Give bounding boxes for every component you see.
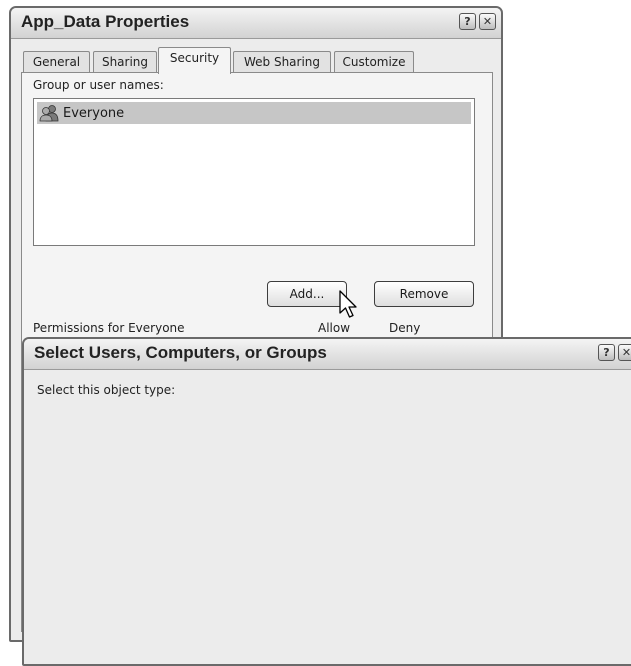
select-users-dialog: Select Users, Computers, or Groups ? ✕ S…	[22, 337, 631, 666]
dialog-help-button[interactable]: ?	[598, 344, 615, 361]
remove-button[interactable]: Remove	[374, 281, 474, 307]
list-item-label: Everyone	[63, 105, 125, 121]
list-item-everyone[interactable]: Everyone	[37, 102, 471, 124]
tab-sharing[interactable]: Sharing	[93, 51, 157, 73]
users-group-icon	[39, 105, 59, 122]
tab-customize[interactable]: Customize	[334, 51, 414, 73]
deny-column-header: Deny	[389, 321, 421, 335]
select-users-titlebar[interactable]: Select Users, Computers, or Groups ? ✕	[24, 339, 631, 370]
allow-column-header: Allow	[318, 321, 351, 335]
tab-security[interactable]: Security	[158, 47, 231, 74]
group-or-user-names-label: Group or user names:	[33, 78, 164, 92]
user-list[interactable]: Everyone	[33, 98, 475, 246]
select-users-title: Select Users, Computers, or Groups	[34, 343, 327, 362]
add-button[interactable]: Add...	[267, 281, 347, 307]
object-type-label: Select this object type:	[37, 383, 176, 397]
permissions-label: Permissions for Everyone	[33, 321, 185, 335]
tab-web-sharing[interactable]: Web Sharing	[233, 51, 331, 73]
help-button[interactable]: ?	[459, 13, 476, 30]
mouse-pointer-icon	[339, 290, 357, 318]
tab-general[interactable]: General	[23, 51, 90, 73]
dialog-close-button[interactable]: ✕	[618, 344, 631, 361]
properties-titlebar[interactable]: App_Data Properties ? ✕	[11, 8, 501, 39]
close-button[interactable]: ✕	[479, 13, 496, 30]
properties-title: App_Data Properties	[21, 12, 190, 31]
